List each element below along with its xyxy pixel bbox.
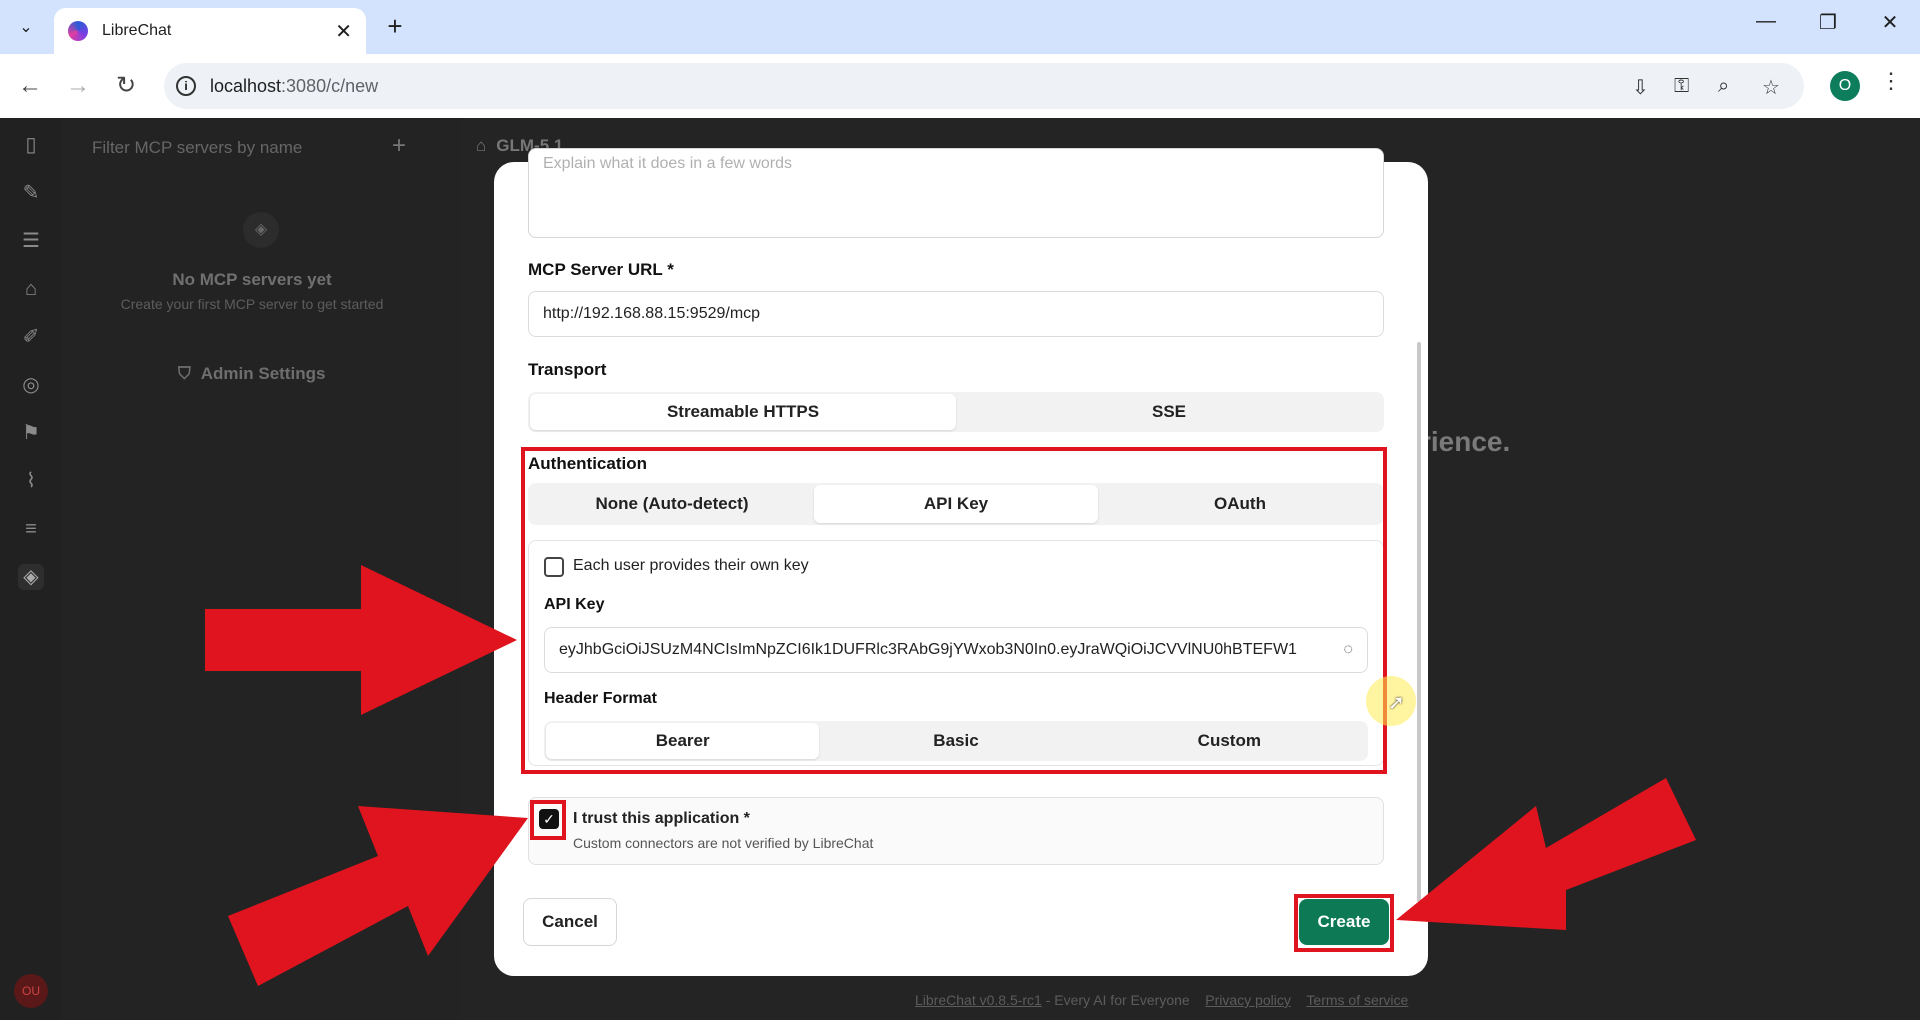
admin-settings-button[interactable]: ⛉ Admin Settings [178,364,325,384]
attach-files-icon[interactable]: ⌇ [18,468,44,494]
window-close-button[interactable]: ✕ [1870,10,1910,35]
browser-tab-bar: ⌄ LibreChat ✕ + — ❐ ✕ [0,0,1920,54]
server-url-label: MCP Server URL * [528,260,674,279]
user-avatar[interactable]: OU [14,974,48,1008]
create-button-highlight [1294,894,1394,952]
forward-button[interactable]: → [62,71,94,103]
minimize-button[interactable]: — [1746,10,1786,33]
tab-title: LibreChat [102,22,172,39]
reload-button[interactable]: ↻ [110,71,142,103]
admin-settings-label: Admin Settings [200,364,326,383]
privacy-policy-link[interactable]: Privacy policy [1205,992,1291,1008]
browser-tab[interactable]: LibreChat ✕ [54,8,366,54]
add-mcp-server-icon[interactable]: + [392,132,406,160]
mcp-icon: ◈ [243,212,279,248]
memory-icon[interactable]: ◎ [18,372,44,398]
empty-state-title: No MCP servers yet [172,270,332,289]
bookmark-star-icon[interactable]: ☆ [1762,75,1780,100]
url-path: :3080/c/new [281,75,379,96]
url-host: localhost [210,75,282,96]
mcp-filter-input[interactable]: Filter MCP servers by name [92,138,302,158]
icon-rail: ▯ ✎ ☰ ⌂ ✐ ◎ ⚑ ⌇ ≡ ◈ OU [0,118,62,1020]
profile-avatar[interactable]: O [1830,71,1860,101]
transport-selector: Streamable HTTPS SSE [528,392,1384,432]
terms-of-service-link[interactable]: Terms of service [1306,992,1408,1008]
browser-menu-icon[interactable]: ⋮ [1880,68,1902,94]
shield-icon: ⛉ [178,364,191,383]
version-link[interactable]: LibreChat v0.8.5-rc1 [915,992,1042,1008]
transport-sse[interactable]: SSE [956,394,1382,430]
parameters-icon[interactable]: ≡ [18,516,44,542]
transport-label: Transport [528,360,607,379]
conversations-icon[interactable]: ☰ [18,228,44,254]
new-chat-icon[interactable]: ✎ [18,180,44,206]
trust-checkbox-highlight [530,800,566,840]
chevron-down-icon: ⌄ [19,19,33,36]
tab-search-button[interactable]: ⌄ [10,12,42,42]
mcp-servers-icon[interactable]: ◈ [18,564,44,590]
browser-toolbar: ← → ↻ i localhost :3080/c/new ⇩ ⚿ ⌕ ☆ O … [0,54,1920,118]
welcome-text: rience. [1420,426,1511,457]
site-info-icon[interactable]: i [176,76,196,96]
trust-label: I trust this application * [573,810,750,827]
mouse-cursor-icon: ➚ [1388,692,1405,714]
bot-icon: ⌂ [476,136,487,155]
arrow-up-right-annotation [228,806,528,986]
address-bar[interactable]: i localhost :3080/c/new ⇩ ⚿ ⌕ ☆ [164,63,1804,109]
server-url-input[interactable]: http://192.168.88.15:9529/mcp [528,291,1384,337]
prompts-icon[interactable]: ✐ [18,324,44,350]
trust-sublabel: Custom connectors are not verified by Li… [573,835,874,851]
arrow-right-annotation [205,565,517,715]
bookmarks-icon[interactable]: ⚑ [18,420,44,446]
footer: LibreChat v0.8.5-rc1 - Every AI for Ever… [915,992,1408,1008]
back-button[interactable]: ← [14,71,46,103]
restore-button[interactable]: ❐ [1808,10,1848,35]
install-app-icon[interactable]: ⇩ [1632,75,1649,100]
close-icon[interactable]: ✕ [335,19,352,44]
agents-icon[interactable]: ⌂ [18,276,44,302]
footer-tagline: - Every AI for Everyone [1041,992,1190,1008]
description-textarea[interactable]: Explain what it does in a few words [528,148,1384,238]
toggle-sidebar-icon[interactable]: ▯ [18,132,44,158]
new-tab-button[interactable]: + [380,12,410,42]
arrow-left-annotation [1396,778,1696,930]
empty-state-subtitle: Create your first MCP server to get star… [120,296,384,312]
trust-section [528,797,1384,865]
librechat-favicon-icon [68,21,88,41]
key-icon[interactable]: ⚿ [1674,75,1689,98]
zoom-icon[interactable]: ⌕ [1718,75,1729,98]
cancel-button[interactable]: Cancel [523,898,617,946]
auth-highlight-box [521,447,1387,774]
transport-streamable-https[interactable]: Streamable HTTPS [530,394,956,430]
